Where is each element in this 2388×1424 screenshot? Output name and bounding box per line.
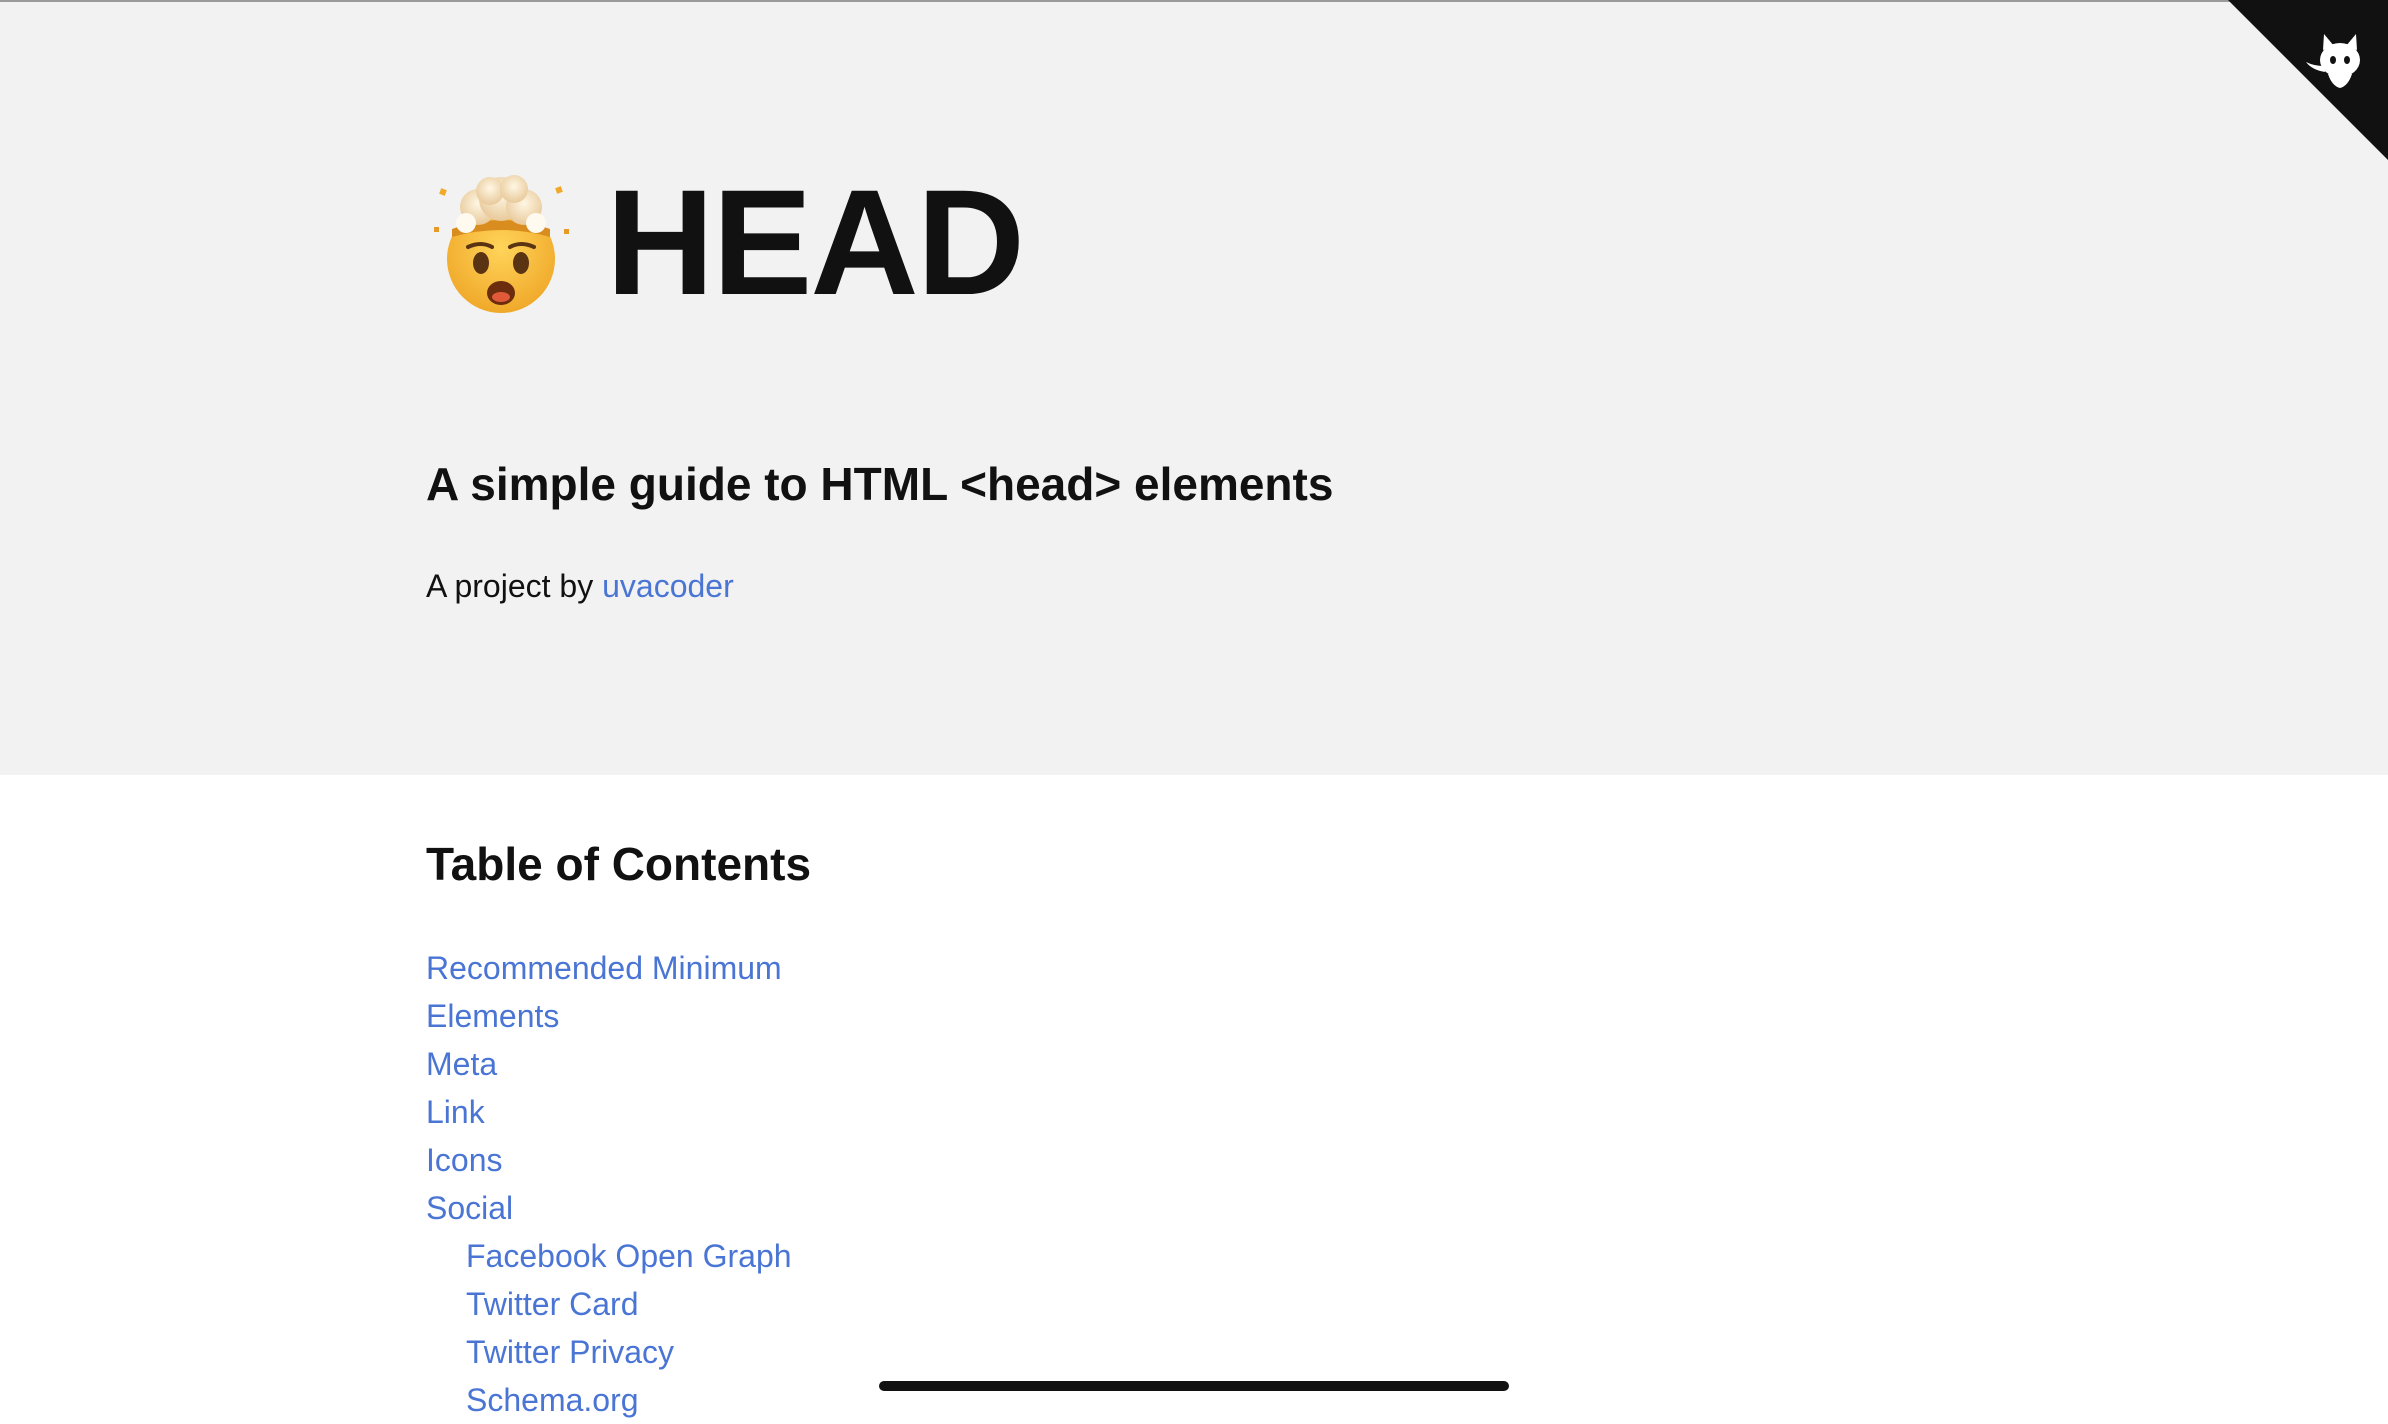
toc-subitem: Schema.org [426,1376,792,1424]
github-octocat-icon [2228,0,2388,160]
toc-link-social[interactable]: Social [426,1190,513,1226]
toc-link-schema-org[interactable]: Schema.org [466,1382,639,1418]
toc-subitem: Facebook Open Graph [426,1232,792,1280]
toc-item: Link [426,1088,792,1136]
toc-link-twitter-privacy[interactable]: Twitter Privacy [466,1334,674,1370]
exploding-head-icon [434,175,569,313]
toc-link-twitter-card[interactable]: Twitter Card [466,1286,638,1322]
author-link[interactable]: uvacoder [602,568,734,604]
toc-link-elements[interactable]: Elements [426,998,559,1034]
title-row: HEAD [426,158,1025,326]
toc-link-icons[interactable]: Icons [426,1142,502,1178]
toc-list: Recommended Minimum Elements Meta Link I… [426,944,792,1424]
page-title: HEAD [606,158,1025,326]
toc-item: Meta [426,1040,792,1088]
toc-item: Social [426,1184,792,1232]
toc-link-meta[interactable]: Meta [426,1046,497,1082]
page-subtitle: A simple guide to HTML <head> elements [426,458,1334,510]
hero-header: HEAD A simple guide to HTML <head> eleme… [0,2,2388,775]
toc-subitem: Twitter Privacy [426,1328,792,1376]
toc-item: Recommended Minimum [426,944,792,992]
toc-heading: Table of Contents [426,838,812,890]
project-byline: A project by uvacoder [426,564,734,608]
toc-link-link[interactable]: Link [426,1094,485,1130]
byline-prefix: A project by [426,568,603,604]
toc-item: Elements [426,992,792,1040]
toc-item: Icons [426,1136,792,1184]
toc-subitem: Twitter Card [426,1280,792,1328]
home-indicator-bar[interactable] [879,1381,1509,1391]
toc-link-facebook-open-graph[interactable]: Facebook Open Graph [466,1238,792,1274]
github-corner-link[interactable] [2228,0,2388,160]
toc-link-recommended-minimum[interactable]: Recommended Minimum [426,950,782,986]
